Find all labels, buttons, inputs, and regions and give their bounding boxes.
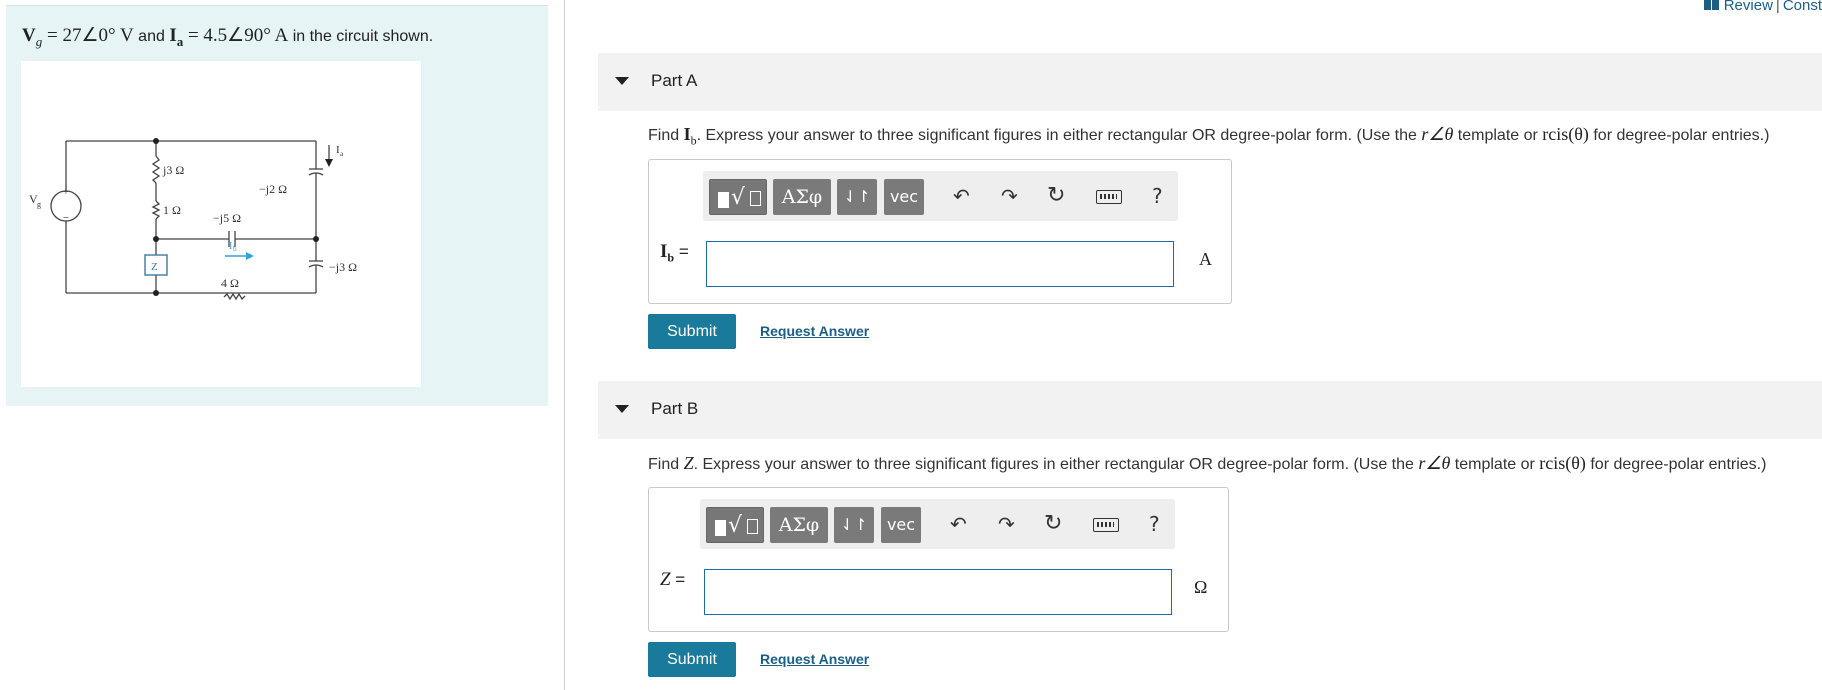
ia-value: = 4.5∠90° A: [183, 25, 289, 46]
label-ib: I: [229, 241, 232, 252]
label-1ohm: 1 Ω: [163, 203, 181, 217]
cis-template: rcis(θ): [1542, 124, 1589, 144]
keyboard-icon[interactable]: [1093, 518, 1119, 532]
polar-template: r∠θ: [1421, 124, 1454, 144]
label-mj3: −j3 Ω: [329, 260, 357, 274]
help-icon[interactable]: ?: [1152, 184, 1163, 208]
keyboard-icon[interactable]: [1096, 190, 1122, 204]
review-link[interactable]: Review: [1724, 0, 1773, 14]
part-b-instruction: Find Z. Express your answer to three sig…: [648, 453, 1766, 474]
answer-input[interactable]: [706, 241, 1174, 287]
redo-icon[interactable]: ↷: [998, 512, 1015, 536]
answer-input[interactable]: [704, 569, 1172, 615]
source-plus: +: [63, 187, 69, 198]
instruction-find: Find: [648, 127, 684, 144]
equals-sign: =: [670, 570, 686, 589]
instruction-or: template or: [1453, 127, 1543, 144]
templates-button[interactable]: √: [706, 507, 764, 543]
unit-label: A: [1199, 249, 1212, 269]
source-minus: −: [63, 212, 69, 224]
circuit-diagram: + − V g j3 Ω 1 Ω −j2 Ω −j5 Ω −j3 Ω 4 Ω Z…: [29, 138, 357, 301]
template-block-icon: [715, 520, 726, 536]
vector-button[interactable]: vec: [884, 179, 924, 215]
label-mj5: −j5 Ω: [213, 211, 241, 225]
instruction-end: for degree-polar entries.): [1588, 127, 1770, 144]
part-a-answer-box: √ ΑΣφ ⇃↾ vec ↶ ↷ ↻ ? Ib = A: [648, 159, 1232, 304]
problem-statement: Vg = 27∠0° V and Ia = 4.5∠90° A in the c…: [22, 24, 433, 50]
answer-variable-label: Ib =: [660, 241, 689, 265]
and-text: and: [133, 28, 170, 45]
math-toolbar: √ ΑΣφ ⇃↾ vec ↶ ↷ ↻ ?: [703, 171, 1178, 221]
radical-icon: √: [731, 185, 746, 210]
greek-symbols-button[interactable]: ΑΣφ: [770, 507, 828, 543]
redo-icon[interactable]: ↷: [1001, 184, 1018, 208]
constants-link[interactable]: Const: [1783, 0, 1822, 14]
instruction-end: for degree-polar entries.): [1585, 456, 1767, 473]
link-separator: |: [1775, 0, 1780, 14]
cis-template: rcis(θ): [1539, 453, 1586, 473]
answer-variable-label: Z =: [660, 569, 685, 591]
var-symbol: Z: [660, 569, 671, 590]
problem-panel: Vg = 27∠0° V and Ia = 4.5∠90° A in the c…: [6, 5, 548, 406]
label-z: Z: [151, 261, 158, 273]
arrows-button[interactable]: ⇃↾: [834, 507, 874, 543]
math-toolbar: √ ΑΣφ ⇃↾ vec ↶ ↷ ↻ ?: [700, 499, 1175, 549]
greek-symbols-button[interactable]: ΑΣφ: [773, 179, 831, 215]
undo-icon[interactable]: ↶: [950, 512, 967, 536]
statement-suffix: in the circuit shown.: [288, 28, 434, 45]
vg-symbol: V: [22, 25, 36, 46]
submit-button[interactable]: Submit: [648, 642, 736, 677]
circuit-figure: + − V g j3 Ω 1 Ω −j2 Ω −j5 Ω −j3 Ω 4 Ω Z…: [21, 61, 421, 387]
part-b-answer-box: √ ΑΣφ ⇃↾ vec ↶ ↷ ↻ ? Z = Ω: [648, 487, 1229, 632]
instruction-mid: . Express your answer to three significa…: [693, 456, 1419, 473]
instruction-mid: . Express your answer to three significa…: [696, 127, 1422, 144]
template-block-icon: [718, 192, 729, 208]
top-links: Review | Const: [1703, 0, 1822, 14]
unit-label: Ω: [1194, 577, 1208, 597]
request-answer-link[interactable]: Request Answer: [760, 651, 869, 667]
submit-button[interactable]: Submit: [648, 314, 736, 349]
reset-icon[interactable]: ↻: [1044, 512, 1062, 536]
equals-sign: =: [674, 242, 689, 261]
label-mj2: −j2 Ω: [259, 182, 287, 196]
part-b-header[interactable]: Part B: [598, 381, 1822, 439]
part-a-title: Part A: [651, 71, 698, 90]
arrows-button[interactable]: ⇃↾: [837, 179, 877, 215]
instruction-find: Find: [648, 456, 684, 473]
vector-button[interactable]: vec: [881, 507, 921, 543]
label-ib-sub: b: [233, 245, 237, 253]
collapse-arrow-icon[interactable]: [615, 405, 629, 413]
help-icon[interactable]: ?: [1149, 512, 1160, 536]
part-b-title: Part B: [651, 399, 699, 418]
undo-icon[interactable]: ↶: [953, 184, 970, 208]
collapse-arrow-icon[interactable]: [615, 77, 629, 85]
part-a-instruction: Find Ib. Express your answer to three si…: [648, 124, 1769, 149]
vg-value: = 27∠0° V: [42, 25, 134, 46]
template-box-icon: [750, 191, 761, 206]
find-variable: Z: [683, 453, 694, 473]
templates-button[interactable]: √: [709, 179, 767, 215]
ia-symbol: I: [169, 25, 177, 46]
radical-icon: √: [728, 513, 743, 538]
polar-template: r∠θ: [1418, 453, 1451, 473]
panel-divider: [564, 0, 565, 690]
part-a-header[interactable]: Part A: [598, 53, 1822, 111]
book-icon: [1703, 0, 1719, 10]
reset-icon[interactable]: ↻: [1047, 184, 1065, 208]
label-ia-sub: a: [340, 150, 344, 158]
label-j3: j3 Ω: [162, 163, 184, 177]
template-box-icon: [747, 519, 758, 534]
find-variable: I: [683, 124, 691, 144]
instruction-or: template or: [1450, 456, 1540, 473]
label-4ohm: 4 Ω: [221, 276, 239, 290]
request-answer-link[interactable]: Request Answer: [760, 323, 869, 339]
source-sub: g: [37, 200, 41, 209]
